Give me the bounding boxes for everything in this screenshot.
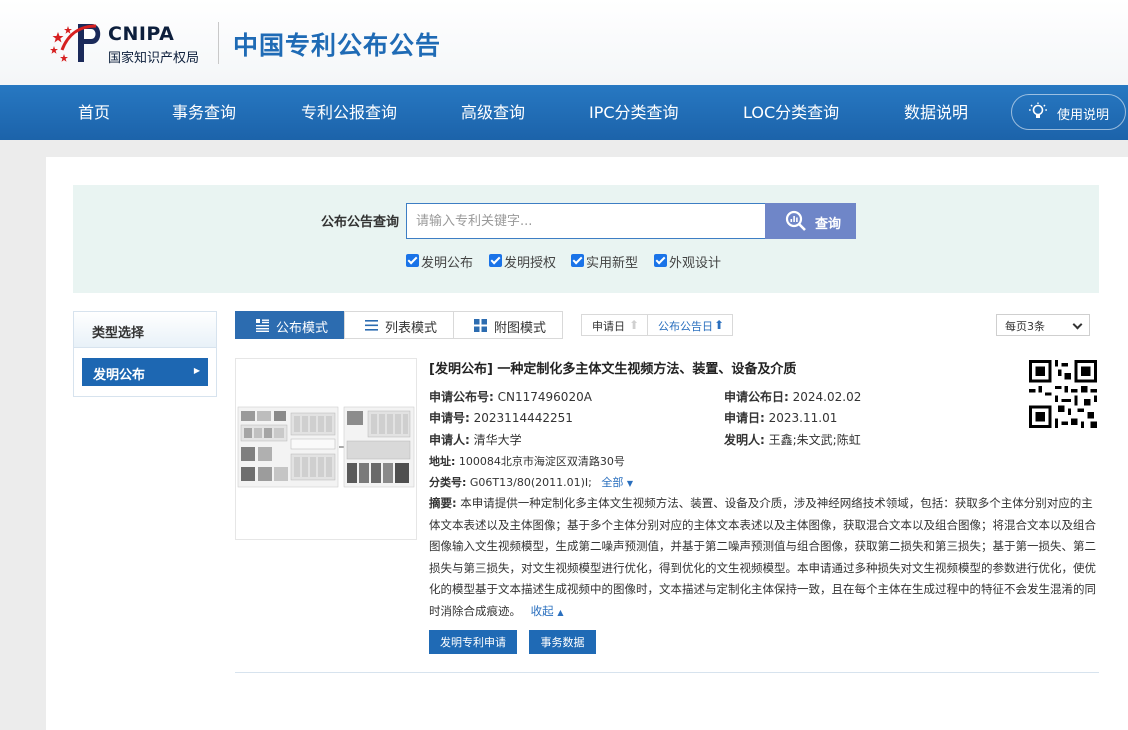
arrow-up-icon: ⬆ — [714, 318, 725, 332]
list-detail-icon — [256, 319, 269, 332]
sort-label: 公布公告日 — [658, 320, 713, 333]
grid-icon — [474, 319, 487, 332]
inventor-value: 王鑫;朱文武;陈虹 — [768, 433, 861, 447]
search-panel — [73, 185, 1099, 293]
chevron-down-icon — [1072, 319, 1083, 330]
application-date-value: 2023.11.01 — [768, 411, 838, 425]
checkbox-label: 发明授权 — [504, 256, 557, 271]
field-label: 申请号: — [429, 411, 470, 425]
result-title-link[interactable]: [发明公布] 一种定制化多主体文生视频方法、装置、设备及介质 — [429, 358, 796, 377]
sort-label: 申请日 — [592, 320, 625, 333]
field-label: 发明人: — [724, 433, 765, 447]
address-field: 地址: 100084北京市海淀区双清路30号 — [429, 453, 625, 469]
sort-publication-date[interactable]: 公布公告日 ⬆ — [647, 314, 733, 336]
classification-value: G06T13/80(2011.01)I; — [469, 476, 592, 489]
field-label: 申请日: — [724, 411, 765, 425]
field-label: 摘要: — [429, 496, 457, 510]
search-button-label: 查询 — [815, 217, 842, 232]
field-label: 申请公布日: — [724, 390, 789, 404]
checkbox-label: 发明公布 — [421, 256, 474, 271]
field-label: 分类号: — [429, 476, 467, 489]
classification-all-link[interactable]: 全部 ▼ — [601, 476, 633, 489]
nav-affairs-query[interactable]: 事务查询 — [172, 85, 236, 140]
search-input[interactable] — [406, 203, 766, 239]
collapse-link[interactable]: 收起 ▲ — [531, 604, 564, 618]
header-divider — [218, 22, 219, 64]
qr-code-icon — [1029, 360, 1097, 428]
cnipa-emblem-icon — [50, 24, 101, 62]
checkbox-checked-icon — [489, 254, 502, 267]
help-button[interactable]: 使用说明 — [1011, 94, 1126, 130]
page-size-select[interactable]: 每页3条 — [996, 314, 1090, 336]
list-icon — [365, 320, 378, 331]
sidebar-item-invention-publication[interactable]: 发明公布 ▶ — [82, 358, 208, 386]
search-button[interactable]: 查询 — [765, 203, 856, 239]
collapse-label: 收起 — [530, 603, 554, 618]
sidebar-heading: 类型选择 — [74, 312, 216, 348]
publication-date-value: 2024.02.02 — [792, 390, 862, 404]
main-nav: 首页 事务查询 专利公报查询 高级查询 IPC分类查询 LOC分类查询 数据说明 — [0, 85, 1128, 140]
sidebar-heading-text: 类型选择 — [92, 326, 145, 341]
nav-loc-query[interactable]: LOC分类查询 — [743, 85, 839, 140]
abstract-text: 摘要: 本申请提供一种定制化多主体文生视频方法、装置、设备及介质，涉及神经网络技… — [429, 493, 1099, 623]
applicant-value: 清华大学 — [473, 433, 522, 447]
mode-label: 附图模式 — [494, 321, 547, 336]
logo-chinese-text: 国家知识产权局 — [108, 51, 200, 66]
checkbox-label: 外观设计 — [669, 256, 722, 271]
mode-label: 列表模式 — [385, 321, 438, 336]
mode-publication[interactable]: 公布模式 — [235, 311, 345, 339]
patent-figure-image — [237, 406, 415, 488]
applicant-field: 申请人: 清华大学 — [429, 431, 522, 448]
checkbox-label: 实用新型 — [586, 256, 639, 271]
caret-down-icon: ▼ — [626, 479, 634, 488]
page-size-value: 每页3条 — [1005, 320, 1045, 333]
field-label: 申请公布号: — [429, 390, 494, 404]
help-button-label: 使用说明 — [1057, 108, 1110, 123]
field-label: 地址: — [429, 455, 456, 468]
sort-application-date[interactable]: 申请日 ⬆ — [581, 314, 648, 336]
publication-number-value: CN117496020A — [497, 390, 592, 404]
classification-all-label: 全部 — [601, 476, 624, 489]
affairs-data-button[interactable]: 事务数据 — [529, 630, 596, 654]
publication-number-field: 申请公布号: CN117496020A — [429, 388, 592, 405]
site-header: CNIPA 国家知识产权局 中国专利公布公告 — [0, 0, 1128, 85]
type-filter-sidebar: 类型选择 发明公布 ▶ — [73, 311, 217, 397]
chevron-right-icon: ▶ — [193, 366, 200, 375]
mode-list[interactable]: 列表模式 — [344, 311, 454, 339]
nav-gazette-query[interactable]: 专利公报查询 — [301, 85, 397, 140]
nav-data-description[interactable]: 数据说明 — [904, 85, 968, 140]
nav-advanced-query[interactable]: 高级查询 — [461, 85, 525, 140]
arrow-up-icon: ⬆ — [629, 318, 640, 332]
address-value: 100084北京市海淀区双清路30号 — [458, 455, 625, 468]
checkbox-checked-icon — [571, 254, 584, 267]
cnipa-logo[interactable]: CNIPA 国家知识产权局 — [48, 20, 218, 66]
checkbox-checked-icon — [654, 254, 667, 267]
nav-home[interactable]: 首页 — [78, 85, 110, 140]
nav-ipc-query[interactable]: IPC分类查询 — [589, 85, 679, 140]
button-label: 事务数据 — [540, 636, 585, 649]
mode-label: 公布模式 — [276, 321, 329, 336]
inventor-field: 发明人: 王鑫;朱文武;陈虹 — [724, 431, 861, 448]
sidebar-item-label: 发明公布 — [93, 368, 146, 383]
result-divider — [235, 672, 1099, 673]
application-number-value: 2023114442251 — [473, 411, 573, 425]
lightbulb-icon — [1029, 102, 1047, 118]
mode-drawing[interactable]: 附图模式 — [453, 311, 563, 339]
abstract-value: 本申请提供一种定制化多主体文生视频方法、装置、设备及介质，涉及神经网络技术领域，… — [429, 496, 1096, 618]
field-label: 申请人: — [429, 433, 470, 447]
application-date-field: 申请日: 2023.11.01 — [724, 409, 837, 426]
invention-application-button[interactable]: 发明专利申请 — [429, 630, 517, 654]
patent-drawing-thumbnail[interactable] — [235, 358, 417, 540]
classification-field: 分类号: G06T13/80(2011.01)I; 全部 ▼ — [429, 474, 633, 490]
checkbox-checked-icon — [406, 254, 419, 267]
button-label: 发明专利申请 — [440, 636, 506, 649]
search-label: 公布公告查询 — [321, 215, 400, 230]
publication-date-field: 申请公布日: 2024.02.02 — [724, 388, 861, 405]
caret-up-icon: ▲ — [557, 607, 564, 617]
logo-english-text: CNIPA — [108, 23, 175, 45]
site-title: 中国专利公布公告 — [233, 31, 442, 60]
search-icon — [785, 210, 806, 231]
application-number-field: 申请号: 2023114442251 — [429, 409, 573, 426]
